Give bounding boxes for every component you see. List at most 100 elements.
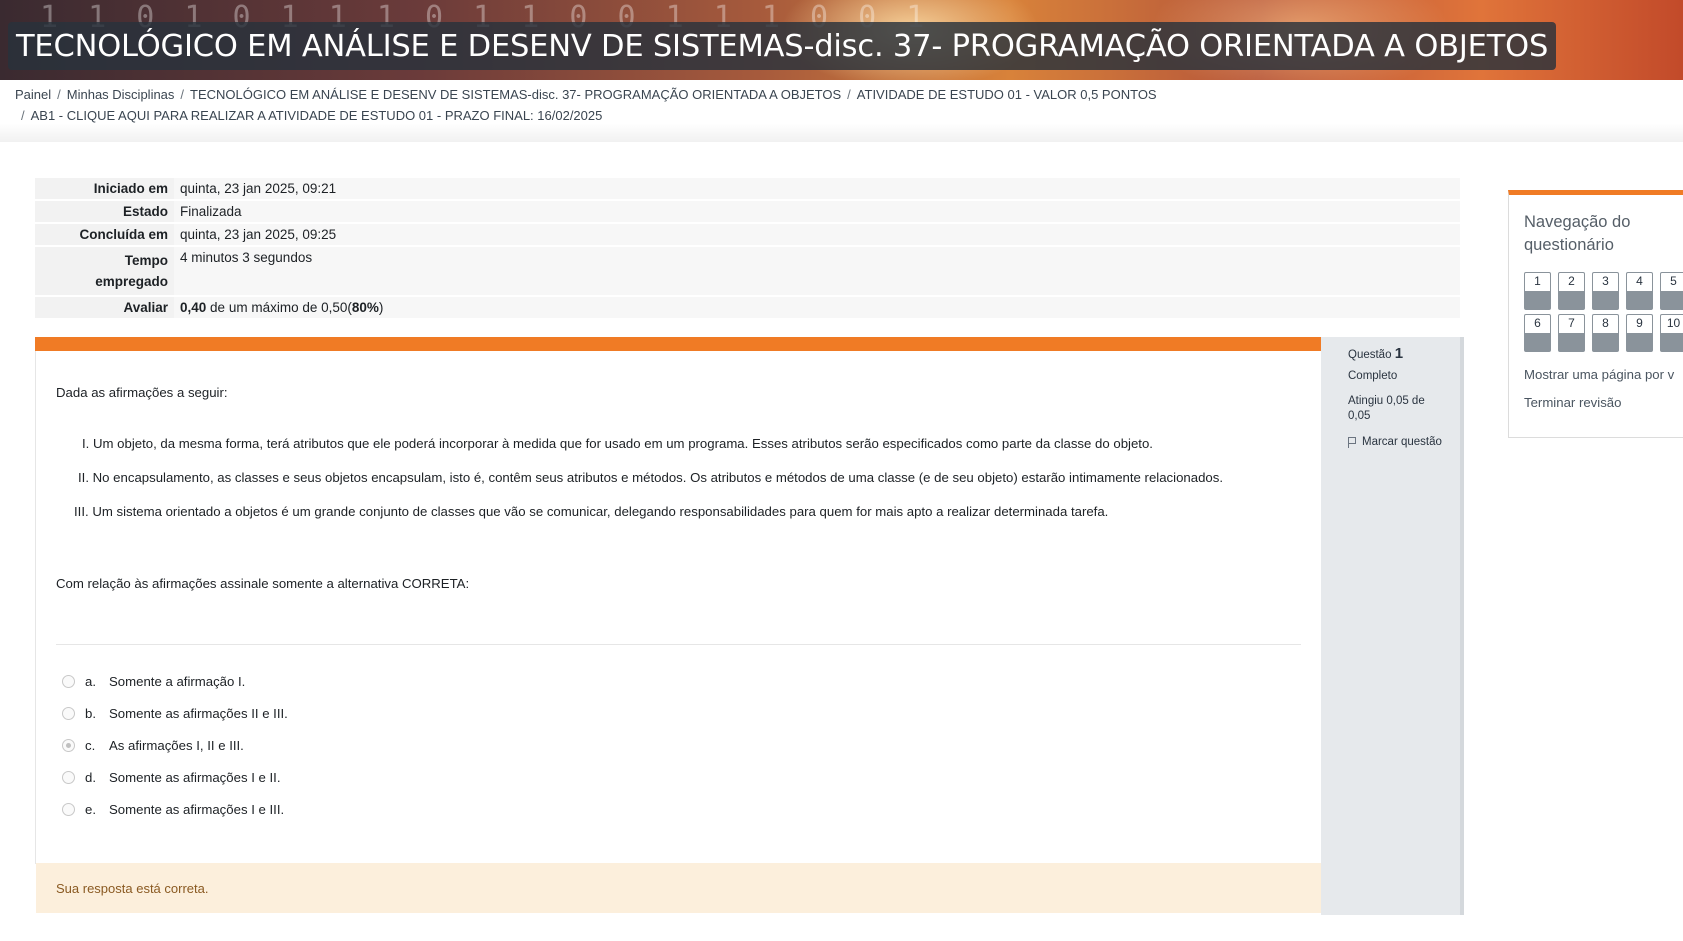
option-e[interactable]: e. Somente as afirmações I e III. (62, 802, 284, 817)
finish-review-link[interactable]: Terminar revisão (1524, 395, 1621, 410)
quiz-nav-button-5[interactable]: 5 (1660, 272, 1683, 310)
breadcrumb-area: Painel / Minhas Disciplinas / TECNOLÓGICO EM… (0, 80, 1683, 142)
divider (56, 644, 1301, 645)
radio-button[interactable] (62, 803, 75, 816)
option-text: Somente as afirmações I e II. (109, 770, 281, 785)
quiz-nav-button-status (1661, 333, 1683, 351)
quiz-nav-button-label: 9 (1636, 316, 1643, 330)
question-number-value: 1 (1394, 345, 1404, 362)
summary-value: 4 minutos 3 segundos (174, 246, 1460, 297)
quiz-nav-button-status (1559, 333, 1584, 351)
breadcrumb-separator: / (847, 87, 851, 102)
quiz-nav-button-label: 8 (1602, 316, 1609, 330)
attempt-summary-table: Iniciado em quinta, 23 jan 2025, 09:21 E… (35, 178, 1460, 320)
question-state: Completo (1348, 370, 1398, 382)
breadcrumb-item-activity[interactable]: AB1 - CLIQUE AQUI PARA REALIZAR A ATIVID… (31, 108, 603, 123)
option-letter: d. (85, 770, 96, 785)
breadcrumb-item-course[interactable]: TECNOLÓGICO EM ANÁLISE E DESENV DE SISTE… (190, 87, 841, 102)
quiz-nav-button-2[interactable]: 2 (1558, 272, 1585, 310)
option-letter: c. (85, 738, 96, 753)
statement-1: I. Um objeto, da mesma forma, terá atrib… (82, 436, 1153, 451)
option-text: Somente as afirmações II e III. (109, 706, 288, 721)
summary-row-started: Iniciado em quinta, 23 jan 2025, 09:21 (35, 178, 1460, 201)
summary-label-line: empregado (95, 274, 168, 289)
question-grade: Atingiu 0,05 de 0,05 (1348, 395, 1425, 422)
quiz-nav-button-1[interactable]: 1 (1524, 272, 1551, 310)
header-banner: 1 1 0 1 0 1 1 1 0 1 1 0 0 1 1 1 0 0 1 TE… (0, 0, 1683, 80)
statement-3: III. Um sistema orientado a objetos é um… (74, 504, 1109, 519)
quiz-nav-button-label: 10 (1666, 316, 1681, 330)
quiz-nav-button-6[interactable]: 6 (1524, 314, 1551, 352)
summary-value: Finalizada (174, 200, 1460, 224)
quiz-nav-button-label: 1 (1534, 274, 1541, 288)
quiz-nav-button-label: 4 (1636, 274, 1643, 288)
grade-text-end: ) (378, 300, 384, 315)
breadcrumb-item-painel[interactable]: Painel (15, 87, 51, 102)
summary-label: Avaliar (35, 296, 174, 320)
feedback-text: Sua resposta está correta. (56, 881, 209, 896)
question-content: Dada as afirmações a seguir: I. Um objet… (35, 351, 1322, 913)
question-accent-bar (35, 337, 1321, 351)
show-one-page-link[interactable]: Mostrar uma página por v (1524, 367, 1674, 382)
breadcrumb-separator: / (21, 108, 25, 123)
radio-button[interactable] (62, 675, 75, 688)
summary-label: Tempo empregado (35, 246, 174, 297)
statement-2: II. No encapsulamento, as classes e seus… (78, 470, 1223, 485)
option-d[interactable]: d. Somente as afirmações I e II. (62, 770, 281, 785)
flag-question-link[interactable]: Marcar questão (1348, 436, 1442, 448)
summary-row-state: Estado Finalizada (35, 200, 1460, 224)
option-b[interactable]: b. Somente as afirmações II e III. (62, 706, 288, 721)
quiz-nav-button-9[interactable]: 9 (1626, 314, 1653, 352)
answer-feedback: Sua resposta está correta. (36, 863, 1322, 913)
question-info-panel: Questão 1 Completo Atingiu 0,05 de 0,05 … (1321, 337, 1464, 915)
question-number: Questão 1 (1348, 345, 1403, 362)
quiz-nav-button-4[interactable]: 4 (1626, 272, 1653, 310)
summary-value: quinta, 23 jan 2025, 09:25 (174, 223, 1460, 247)
question-instruction: Com relação às afirmações assinale somen… (56, 576, 470, 591)
quiz-nav-button-label: 2 (1568, 274, 1575, 288)
option-a[interactable]: a. Somente a afirmação I. (62, 674, 245, 689)
nav-title-line: questionário (1524, 236, 1614, 254)
quiz-nav-button-7[interactable]: 7 (1558, 314, 1585, 352)
quiz-nav-button-label: 6 (1534, 316, 1541, 330)
grade-percent: 80% (351, 300, 379, 315)
quiz-nav-button-status (1525, 333, 1550, 351)
question-intro: Dada as afirmações a seguir: (56, 385, 228, 400)
page-title: TECNOLÓGICO EM ANÁLISE E DESENV DE SISTE… (16, 28, 1549, 64)
quiz-nav-button-label: 3 (1602, 274, 1609, 288)
flag-label: Marcar questão (1362, 436, 1442, 448)
quiz-nav-button-3[interactable]: 3 (1592, 272, 1619, 310)
quiz-navigation-title: Navegação do questionário (1524, 211, 1630, 257)
option-text: As afirmações I, II e III. (109, 738, 244, 753)
quiz-nav-button-status (1627, 333, 1652, 351)
option-letter: e. (85, 802, 96, 817)
quiz-nav-button-status (1559, 291, 1584, 309)
quiz-nav-button-status (1525, 291, 1550, 309)
nav-title-line: Navegação do (1524, 213, 1631, 231)
radio-button[interactable] (62, 771, 75, 784)
radio-button[interactable] (62, 707, 75, 720)
option-c[interactable]: c. As afirmações I, II e III. (62, 738, 244, 753)
summary-label: Concluída em (35, 223, 174, 247)
option-letter: a. (85, 674, 96, 689)
breadcrumb-separator: / (57, 87, 61, 102)
quiz-nav-button-8[interactable]: 8 (1592, 314, 1619, 352)
summary-label: Iniciado em (35, 178, 174, 201)
breadcrumb-item-minhas-disciplinas[interactable]: Minhas Disciplinas (67, 87, 175, 102)
course-title-box: TECNOLÓGICO EM ANÁLISE E DESENV DE SISTE… (8, 22, 1557, 70)
summary-row-time: Tempo empregado 4 minutos 3 segundos (35, 246, 1460, 297)
summary-label-line: Tempo (124, 253, 168, 268)
breadcrumb: Painel / Minhas Disciplinas / TECNOLÓGICO EM… (15, 84, 1655, 126)
quiz-nav-button-label: 5 (1670, 274, 1677, 288)
quiz-nav-button-label: 7 (1568, 316, 1575, 330)
option-text: Somente as afirmações I e III. (109, 802, 285, 817)
quiz-nav-button-10[interactable]: 10 (1660, 314, 1683, 352)
breadcrumb-item-section[interactable]: ATIVIDADE DE ESTUDO 01 - VALOR 0,5 PONTO… (857, 87, 1157, 102)
summary-label: Estado (35, 200, 174, 224)
radio-button-selected[interactable] (62, 739, 75, 752)
option-letter: b. (85, 706, 96, 721)
quiz-navigation-panel: Navegação do questionário 1 2 3 4 5 6 7 8 9 10 Mos… (1508, 190, 1683, 438)
quiz-nav-button-status (1593, 291, 1618, 309)
quiz-nav-button-status (1661, 291, 1683, 309)
grade-score: 0,40 (180, 300, 207, 315)
